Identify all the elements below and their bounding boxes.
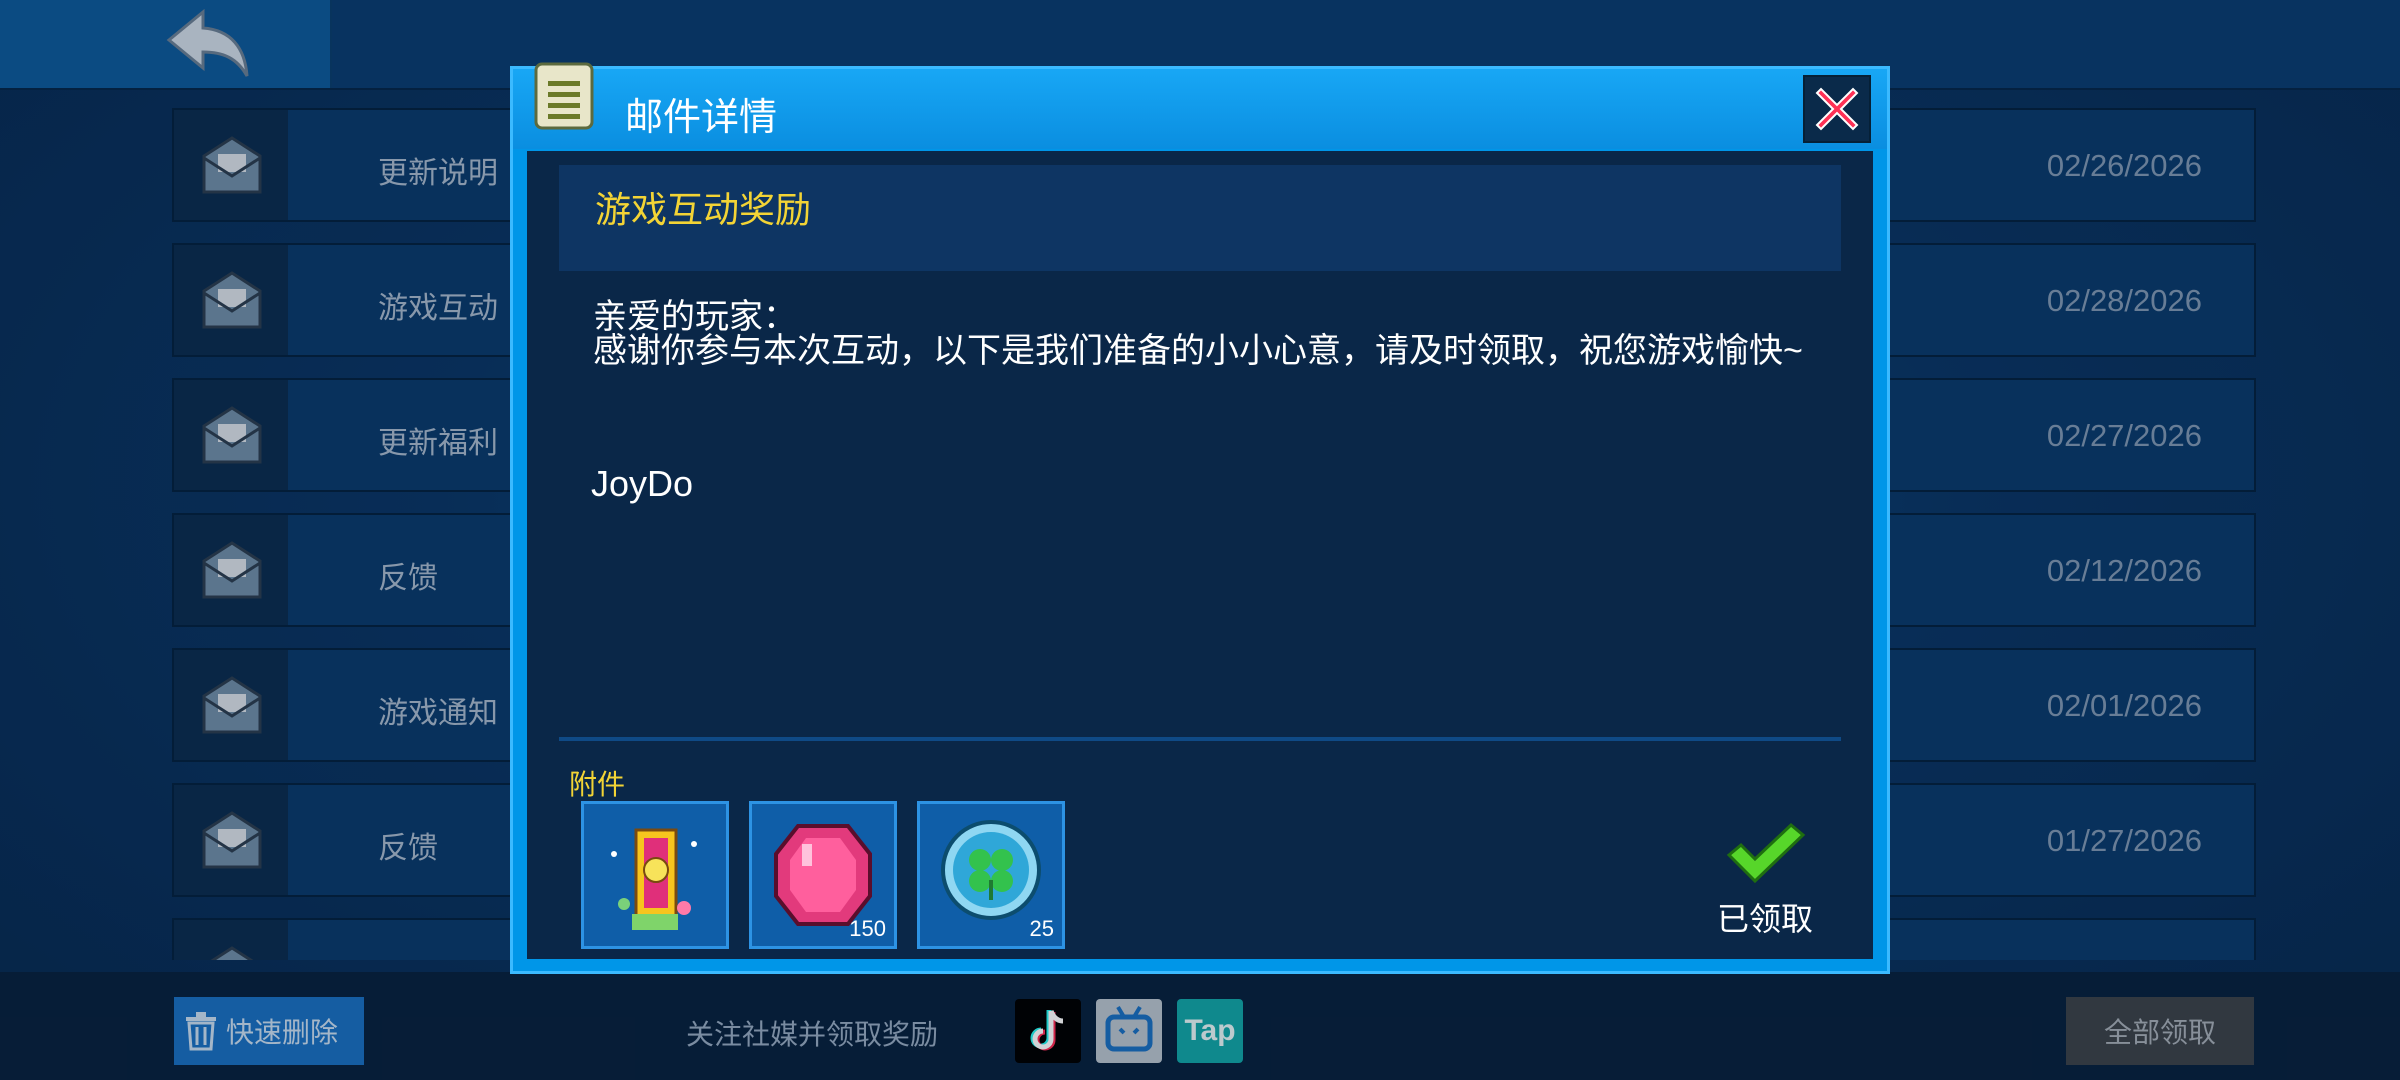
dialog-title: 邮件详情 [625, 97, 778, 139]
dialog-header: 邮件详情 [513, 62, 1887, 149]
mail-signature: JoyDo [591, 463, 694, 504]
attachment-slot[interactable]: 150 [749, 801, 897, 949]
subject-band: 游戏互动奖励 [559, 165, 1841, 271]
attachments-label: 附件 [569, 769, 626, 800]
document-icon [534, 62, 594, 130]
claimed-status: 已领取 [1705, 821, 1825, 940]
divider [559, 737, 1841, 741]
attachment-quantity: 25 [1029, 916, 1054, 941]
mail-message: 感谢你参与本次互动，以下是我们准备的小小心意，请及时领取，祝您游戏愉快~ [593, 332, 1803, 370]
mail-subject: 游戏互动奖励 [595, 189, 812, 230]
attachment-quantity: 150 [849, 916, 886, 941]
checkmark-icon [1726, 822, 1806, 884]
close-icon [1815, 87, 1859, 131]
mail-detail-dialog: 邮件详情 游戏互动奖励 亲爱的玩家： 感谢你参与本次互动，以下是我们准备的小小心… [510, 62, 1890, 974]
30-day-card-icon [611, 828, 697, 930]
claimed-label: 已领取 [1716, 901, 1813, 937]
attachment-slot[interactable]: 25 [917, 801, 1065, 949]
attachment-slot[interactable] [581, 801, 729, 949]
close-button[interactable] [1803, 75, 1871, 143]
dialog-body: 游戏互动奖励 亲爱的玩家： 感谢你参与本次互动，以下是我们准备的小小心意，请及时… [527, 151, 1873, 959]
